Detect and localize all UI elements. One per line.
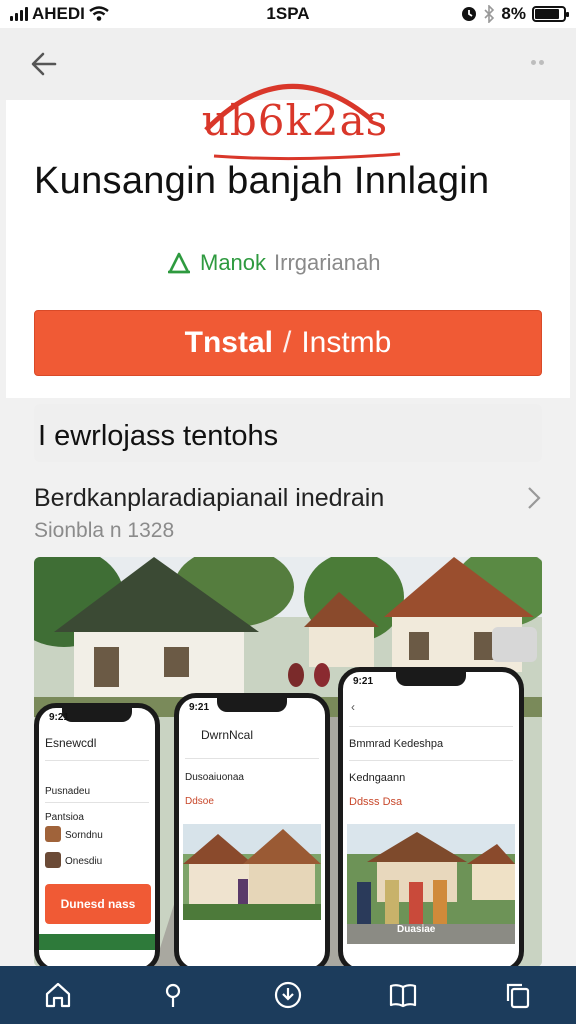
copy-icon xyxy=(507,983,530,1009)
phone2-dots: Ddsoe xyxy=(185,796,214,807)
location-pin-icon xyxy=(165,983,180,1007)
home-icon xyxy=(45,982,70,1008)
phone1-item-4: Onesdiu xyxy=(65,856,103,867)
status-right: 8% xyxy=(366,4,569,24)
about-header: I ewrlojass tentohs xyxy=(34,404,542,462)
alarm-icon xyxy=(462,7,477,21)
signal-icon xyxy=(10,7,28,21)
status-time: 1SPA xyxy=(266,4,310,23)
screenshot-phone-3: 9:21 ‹ Bmmrad Kedeshpa Kedngaann Ddsss D… xyxy=(338,667,524,967)
download-icon xyxy=(274,981,302,1009)
description-text: Berdkanplaradiapianail inedrain xyxy=(34,483,385,512)
nav-copy-button[interactable] xyxy=(492,969,544,1021)
carrier-label: AHEDI xyxy=(32,4,85,23)
more-dots-icon xyxy=(530,59,536,65)
phone1-title: Esnewcdl xyxy=(45,736,97,750)
developer-row[interactable]: Manok Irrgarianah xyxy=(166,250,380,276)
status-bar: AHEDI 1SPA 8% xyxy=(0,0,576,28)
phone1-button: Dunesd nass xyxy=(45,884,151,924)
developer-name: Manok xyxy=(200,250,267,275)
phone3-row-1: Bmmrad Kedeshpa xyxy=(349,738,444,750)
status-left: AHEDI xyxy=(10,4,210,24)
description-row[interactable]: Berdkanplaradiapianail inedrain xyxy=(34,478,542,518)
phone3-time: 9:21 xyxy=(353,676,374,687)
book-icon xyxy=(390,984,417,1008)
wifi-icon xyxy=(89,6,109,21)
developer-icon xyxy=(168,252,190,274)
phone2-subtitle: Dusoaiuonaa xyxy=(185,772,244,783)
screenshot-phone-1: 9:21 Esnewcdl Pusnadeu Pantsioa Sorndnu … xyxy=(34,703,160,967)
phone1-time: 9:21 xyxy=(49,712,70,723)
screenshot-phone-2: 9:21 DwrnNcal Dusoaiuonaa Ddsoe xyxy=(174,693,330,967)
nav-download-button[interactable] xyxy=(262,969,314,1021)
app-title: Kunsangin banjah Innlagin xyxy=(34,160,490,202)
back-button[interactable] xyxy=(24,44,64,84)
phone3-row-2: Kedngaann xyxy=(349,772,406,784)
developer-org: Irrgarianah xyxy=(274,250,381,275)
install-button[interactable]: Tnstal / Instmb xyxy=(34,310,542,376)
battery-icon xyxy=(532,6,569,22)
app-meta: Sionbla n 1328 xyxy=(34,519,175,542)
screenshot-gallery[interactable]: 9:21 Esnewcdl Pusnadeu Pantsioa Sorndnu … xyxy=(34,557,542,967)
phone2-title: DwrnNcal xyxy=(201,728,254,742)
phone1-item-2: Pantsioa xyxy=(45,812,84,823)
battery-label: 8% xyxy=(501,4,526,23)
bottom-nav xyxy=(0,966,576,1024)
nav-library-button[interactable] xyxy=(377,969,429,1021)
logo-text: ub6k2as xyxy=(201,96,389,145)
install-secondary: Instmb xyxy=(301,326,392,359)
phone3-row-3: Ddsss Dsa xyxy=(349,796,403,808)
phone1-item-1: Pusnadeu xyxy=(45,786,91,797)
more-button[interactable] xyxy=(522,52,552,72)
nav-home-button[interactable] xyxy=(32,969,84,1021)
app-card: ub6k2as Kunsangin banjah Innlagin Manok … xyxy=(6,83,570,398)
install-separator: / xyxy=(282,326,292,359)
phone3-caption: Duasiae xyxy=(397,924,436,935)
app-logo: ub6k2as xyxy=(176,58,416,168)
phone1-item-3: Sorndnu xyxy=(65,830,103,841)
battery-fill xyxy=(535,9,559,19)
back-arrow-icon xyxy=(31,52,57,76)
nav-location-button[interactable] xyxy=(147,969,199,1021)
phone2-time: 9:21 xyxy=(189,702,210,713)
bluetooth-icon xyxy=(484,5,495,23)
install-label: Tnstal xyxy=(184,326,273,359)
chevron-right-icon xyxy=(528,487,541,509)
